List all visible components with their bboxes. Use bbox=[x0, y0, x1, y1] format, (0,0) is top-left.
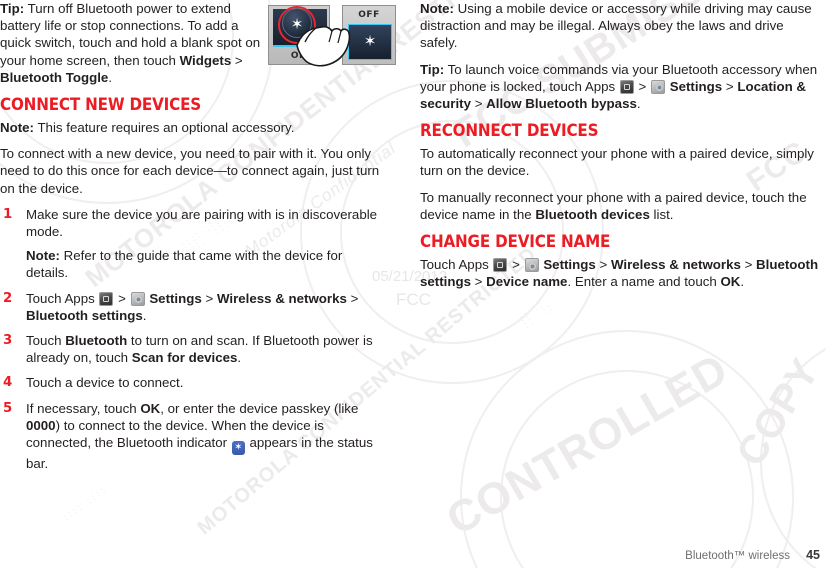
bluetooth-toggle-widget-illustration: ✶ ON OFF ✶ bbox=[268, 3, 396, 69]
step-sub-note: Note: Refer to the guide that came with … bbox=[26, 247, 385, 281]
step-item: 4 Touch a device to connect. bbox=[0, 374, 385, 391]
section-heading-reconnect-devices: Reconnect devices bbox=[420, 121, 599, 141]
tip-bold-allow-bluetooth-bypass: Allow Bluetooth bypass bbox=[486, 96, 637, 112]
step-bold-ok: OK bbox=[140, 400, 161, 416]
note-label: Note: bbox=[26, 248, 60, 264]
bold-bluetooth-devices: Bluetooth devices bbox=[535, 206, 650, 222]
step-separator: > bbox=[201, 290, 217, 306]
step-text-lead: Touch bbox=[26, 333, 66, 349]
change-device-name-paragraph: Touch Apps > Settings > Wireless & netwo… bbox=[420, 256, 820, 290]
tip-label: Tip: bbox=[420, 61, 445, 77]
step-item: 5 If necessary, touch OK, or enter the d… bbox=[0, 400, 385, 473]
connect-steps-list: 1 Make sure the device you are pairing w… bbox=[0, 206, 385, 472]
tip-period: . bbox=[636, 96, 641, 112]
paragraph-separator: > bbox=[508, 257, 524, 273]
step-item: 1 Make sure the device you are pairing w… bbox=[0, 206, 385, 282]
note-driving-safety: Note: Using a mobile device or accessory… bbox=[420, 0, 820, 52]
step-bold-scan-for-devices: Scan for devices bbox=[131, 350, 238, 366]
step-item: 3 Touch Bluetooth to turn on and scan. I… bbox=[0, 332, 385, 366]
note-text: Refer to the guide that came with the de… bbox=[26, 248, 343, 281]
left-column: Tip: Turn off Bluetooth power to extend … bbox=[0, 0, 385, 480]
step-item: 2 Touch Apps > Settings > Wireless & net… bbox=[0, 290, 385, 324]
step-period: . bbox=[237, 350, 242, 366]
right-column: Note: Using a mobile device or accessory… bbox=[420, 0, 820, 299]
settings-icon bbox=[130, 291, 145, 306]
tip-label: Tip: bbox=[0, 1, 25, 16]
step-number: 2 bbox=[3, 290, 13, 306]
paragraph-separator: > bbox=[470, 274, 487, 290]
step-bold-settings: Settings bbox=[149, 290, 202, 306]
tip-period: . bbox=[108, 69, 113, 85]
bluetooth-glyph-icon: ✶ bbox=[348, 24, 392, 60]
footer-section-title: Bluetooth™ wireless bbox=[685, 550, 790, 562]
tip-separator: > bbox=[722, 78, 738, 94]
step-text: Make sure the device you are pairing wit… bbox=[26, 206, 378, 240]
settings-icon bbox=[524, 258, 539, 273]
manual-page: Tip: Turn off Bluetooth power to extend … bbox=[0, 0, 826, 568]
connect-body-paragraph: To connect with a new device, you need t… bbox=[0, 146, 380, 196]
tip-bluetooth-toggle-bold: Bluetooth Toggle bbox=[0, 69, 109, 85]
tip-voice-commands: Tip: To launch voice commands via your B… bbox=[420, 61, 820, 113]
step-text-mid: , or enter the device passkey (like bbox=[160, 400, 359, 416]
settings-icon bbox=[651, 79, 665, 94]
tip-bluetooth-power: Tip: Turn off Bluetooth power to extend … bbox=[0, 0, 262, 86]
tip-separator: > bbox=[471, 96, 487, 112]
bold-ok: OK bbox=[720, 274, 741, 290]
tip-widgets-bold: Widgets bbox=[179, 52, 232, 68]
paragraph-lead: Touch Apps bbox=[420, 257, 493, 273]
tip-separator: > bbox=[634, 78, 650, 94]
bold-wireless-networks: Wireless & networks bbox=[610, 257, 741, 273]
paragraph-separator: > bbox=[740, 257, 757, 273]
step-period: . bbox=[142, 307, 147, 323]
reconnect-auto-paragraph: To automatically reconnect your phone wi… bbox=[420, 146, 814, 179]
paragraph-separator: > bbox=[595, 257, 611, 273]
bluetooth-indicator-icon: ✶ bbox=[231, 441, 245, 456]
tip-bold-settings: Settings bbox=[669, 78, 723, 94]
note-label: Note: bbox=[420, 1, 454, 16]
step-number: 5 bbox=[3, 400, 13, 416]
step-bold-bluetooth-settings: Bluetooth settings bbox=[26, 307, 143, 323]
step-number: 1 bbox=[3, 206, 13, 222]
note-optional-accessory: Note: This feature requires an optional … bbox=[0, 119, 385, 136]
footer-page-number: 45 bbox=[806, 548, 820, 562]
note-text: Using a mobile device or accessory while… bbox=[420, 1, 812, 51]
section-heading-change-device-name: Change device name bbox=[420, 232, 611, 252]
apps-icon bbox=[99, 291, 114, 306]
bold-device-name: Device name bbox=[486, 274, 568, 290]
note-text: This feature requires an optional access… bbox=[33, 120, 295, 136]
step-number: 4 bbox=[3, 375, 13, 391]
reconnect-manual-paragraph: To manually reconnect your phone with a … bbox=[420, 189, 820, 223]
paragraph-end: list. bbox=[649, 206, 674, 222]
apps-icon bbox=[493, 258, 508, 273]
bold-settings: Settings bbox=[543, 257, 596, 273]
section-heading-connect-new-devices: Connect new devices bbox=[0, 95, 202, 115]
hand-pointer-icon bbox=[296, 25, 351, 67]
page-footer: Bluetooth™ wireless 45 bbox=[0, 544, 826, 562]
tip-separator: > bbox=[231, 52, 243, 68]
step-number: 3 bbox=[3, 333, 13, 349]
step-separator: > bbox=[114, 290, 130, 306]
step-bold-wireless-networks: Wireless & networks bbox=[216, 290, 347, 306]
paragraph-period: . bbox=[740, 274, 745, 290]
step-text-lead: Touch Apps bbox=[26, 290, 99, 306]
note-label: Note: bbox=[0, 120, 34, 136]
step-text: Touch a device to connect. bbox=[26, 375, 184, 391]
step-bold-bluetooth: Bluetooth bbox=[65, 333, 128, 349]
step-separator: > bbox=[346, 290, 359, 306]
step-bold-passkey: 0000 bbox=[26, 417, 56, 433]
apps-icon bbox=[619, 79, 634, 94]
paragraph-mid: . Enter a name and touch bbox=[567, 274, 721, 290]
step-text-lead: If necessary, touch bbox=[26, 400, 141, 416]
